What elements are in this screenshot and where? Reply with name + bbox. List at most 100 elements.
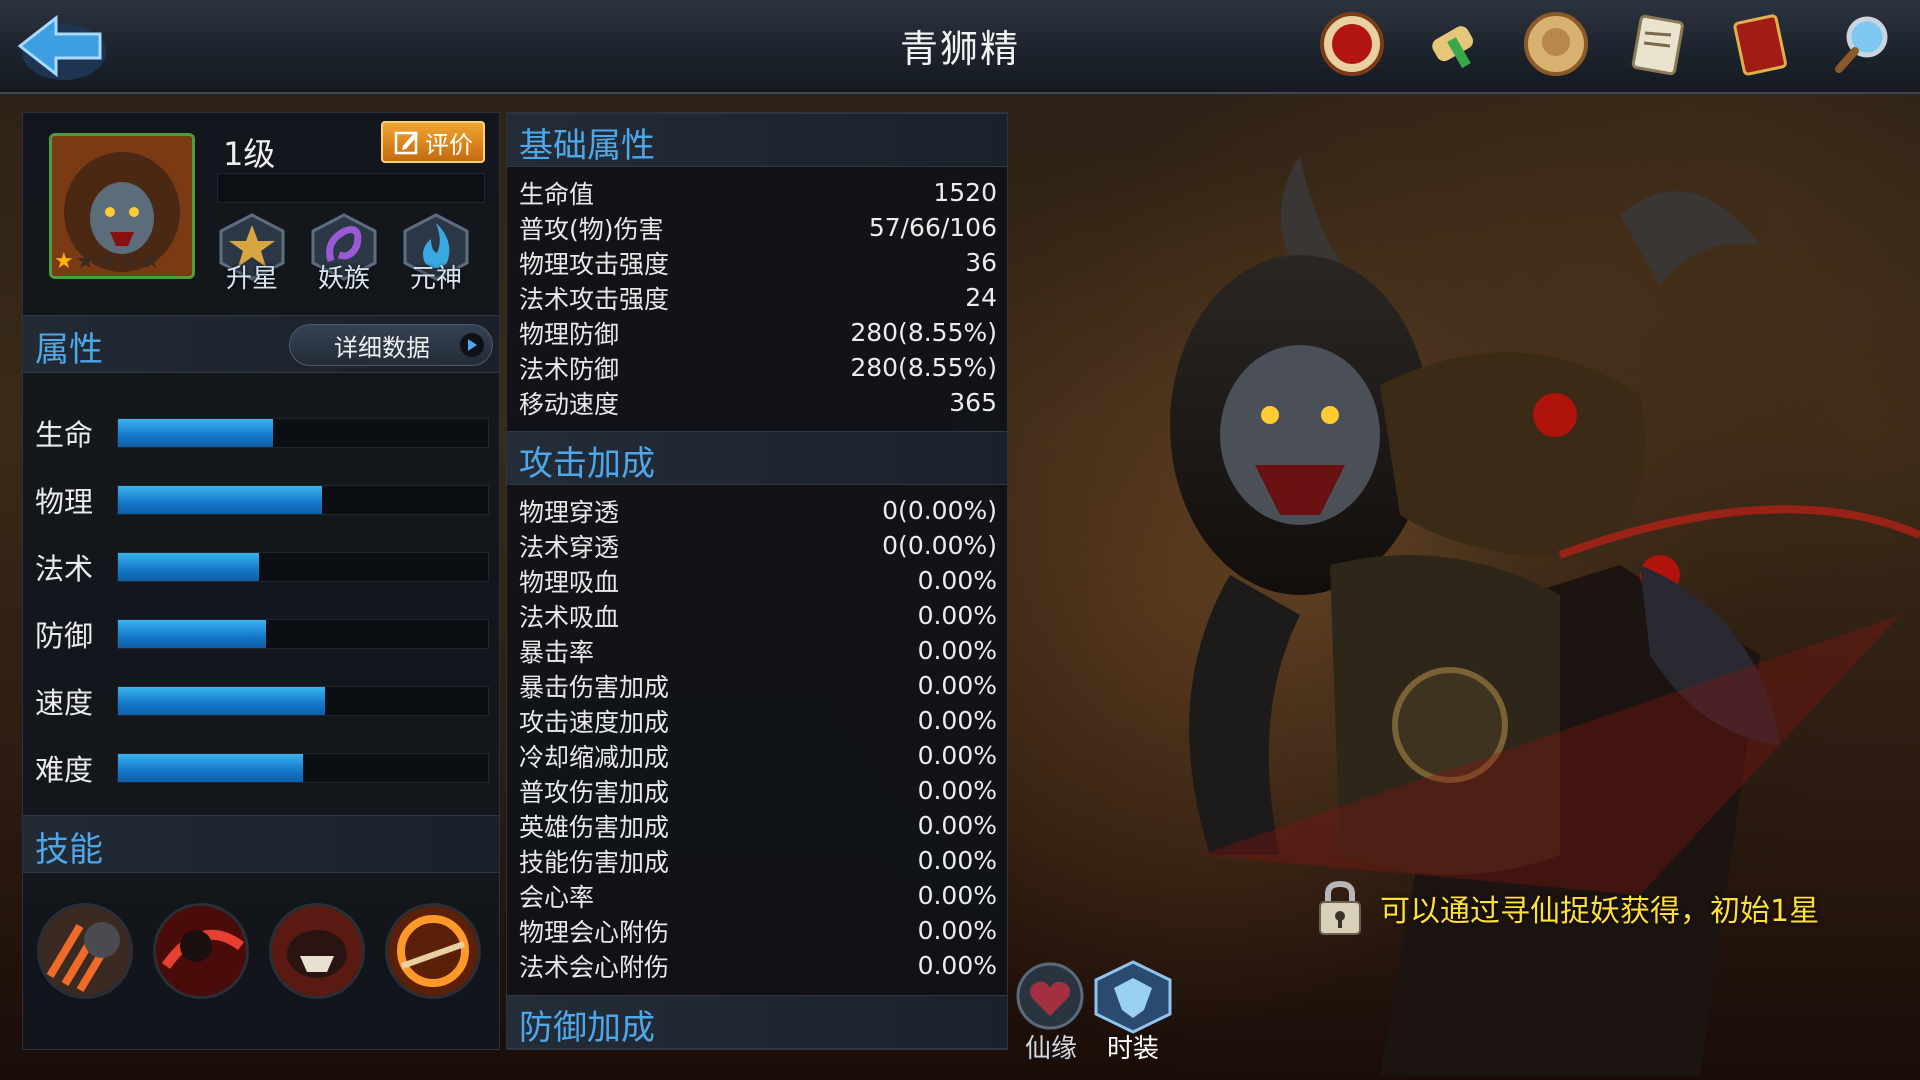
skill-slot-2[interactable]	[153, 903, 249, 999]
hero-portrait: ★ ★ ★ ★ ★	[49, 133, 195, 279]
attribute-bar-track	[117, 552, 489, 582]
stat-label: 物理攻击强度	[519, 249, 670, 279]
stat-value: 24	[965, 283, 997, 312]
stat-row: 物理会心附伤 0.00%	[519, 913, 997, 948]
stats-panel[interactable]: 基础属性 生命值 1520 普攻(物)伤害 57/66/106 物理攻击强度 36 法术攻击…	[506, 112, 1008, 1050]
lock-icon	[1319, 880, 1361, 935]
stat-row: 普攻伤害加成 0.00%	[519, 773, 997, 808]
stat-value: 0.00%	[917, 846, 997, 875]
stat-label: 法术穿透	[519, 532, 620, 562]
edit-icon	[394, 131, 418, 155]
attribute-bar-track	[117, 619, 489, 649]
hero-level: 1级	[223, 135, 276, 173]
scroll-icon[interactable]	[1416, 6, 1492, 82]
costume-icon	[1094, 960, 1172, 1034]
defense-bonus-title: 防御加成	[519, 1008, 655, 1048]
stat-label: 暴击伤害加成	[519, 672, 670, 702]
tab-costume[interactable]: 时装	[1088, 960, 1178, 1070]
back-arrow-icon	[17, 14, 106, 80]
attribute-bar-fill	[118, 486, 322, 514]
rate-button[interactable]: 评价	[381, 121, 485, 163]
stat-value: 0(0.00%)	[882, 531, 997, 560]
roar-skill-icon	[272, 906, 362, 996]
stat-row: 攻击速度加成 0.00%	[519, 703, 997, 738]
stat-label: 英雄伤害加成	[519, 812, 670, 842]
star-empty-icon: ★	[75, 249, 96, 274]
badge-label: 升星	[225, 264, 278, 294]
soul-badge[interactable]: 元神	[397, 211, 475, 294]
stat-value: 280(8.55%)	[850, 353, 997, 382]
defense-bonus-header: 防御加成	[507, 995, 1007, 1049]
attribute-label: 法术	[35, 552, 94, 586]
attribute-row: 速度	[35, 681, 495, 721]
back-button[interactable]	[10, 6, 110, 86]
demon-clan-badge[interactable]: 妖族	[305, 211, 383, 294]
stat-row: 法术吸血 0.00%	[519, 598, 997, 633]
stat-value: 0.00%	[917, 951, 997, 980]
token-coin-icon[interactable]	[1518, 6, 1594, 82]
top-icon-bar	[1314, 6, 1900, 82]
unlock-tip: 可以通过寻仙捉妖获得，初始1星	[1316, 880, 1819, 936]
tab-costume-label: 时装	[1106, 1034, 1159, 1064]
attribute-bar-fill	[118, 419, 274, 447]
attribute-row: 生命	[35, 413, 495, 453]
stat-label: 物理穿透	[519, 497, 620, 527]
magnifier-icon[interactable]	[1824, 6, 1900, 82]
stat-label: 普攻(物)伤害	[519, 214, 664, 244]
tab-bond[interactable]: 仙缘	[1006, 960, 1096, 1070]
stat-value: 0.00%	[917, 566, 997, 595]
detail-data-label: 详细数据	[334, 333, 430, 362]
document-icon[interactable]	[1620, 6, 1696, 82]
stat-row: 会心率 0.00%	[519, 878, 997, 913]
attributes-header: 属性 详细数据	[23, 315, 499, 373]
stat-value: 0.00%	[917, 706, 997, 735]
stat-value: 365	[949, 388, 997, 417]
crimson-slash-skill-icon	[156, 906, 246, 996]
experience-bar	[217, 173, 485, 203]
stat-row: 物理防御 280(8.55%)	[519, 315, 997, 350]
tab-bond-label: 仙缘	[1024, 1034, 1077, 1064]
skill-slot-3[interactable]	[269, 903, 365, 999]
star-upgrade-badge[interactable]: 升星	[213, 211, 291, 294]
attribute-label: 生命	[35, 418, 94, 452]
stat-row: 移动速度 365	[519, 385, 997, 420]
hero-info-panel: ★ ★ ★ ★ ★ 1级 评价 升星 妖族 元神 属性 详细数据 生命 物理 法…	[22, 112, 500, 1050]
stat-row: 物理攻击强度 36	[519, 245, 997, 280]
star-empty-icon: ★	[140, 249, 161, 274]
stat-label: 法术防御	[519, 354, 620, 384]
skill-slot-1[interactable]	[37, 903, 133, 999]
stat-label: 法术会心附伤	[519, 952, 670, 982]
stat-row: 冷却缩减加成 0.00%	[519, 738, 997, 773]
unlock-text: 可以通过寻仙捉妖获得，初始1星	[1380, 894, 1820, 929]
stat-row: 普攻(物)伤害 57/66/106	[519, 210, 997, 245]
attribute-label: 防御	[35, 619, 94, 653]
attribute-bar-fill	[118, 553, 259, 581]
badge-label: 妖族	[317, 264, 370, 294]
trial-seal-icon[interactable]	[1314, 6, 1390, 82]
stat-row: 英雄伤害加成 0.00%	[519, 808, 997, 843]
base-stats-header: 基础属性	[507, 113, 1007, 167]
stat-label: 法术吸血	[519, 602, 620, 632]
star-filled-icon: ★	[54, 249, 74, 274]
stat-value: 0(0.00%)	[882, 496, 997, 525]
stat-label: 生命值	[519, 179, 595, 209]
stat-value: 0.00%	[917, 776, 997, 805]
codex-book-icon[interactable]	[1722, 6, 1798, 82]
stat-value: 36	[965, 248, 997, 277]
attribute-label: 难度	[35, 753, 94, 787]
stat-label: 会心率	[519, 882, 595, 912]
attribute-bar-track	[117, 686, 489, 716]
attribute-row: 防御	[35, 614, 495, 654]
stat-label: 攻击速度加成	[519, 707, 670, 737]
chevron-right-icon	[460, 333, 484, 357]
attribute-bar-fill	[118, 687, 326, 715]
stat-row: 物理穿透 0(0.00%)	[519, 493, 997, 528]
stat-row: 法术攻击强度 24	[519, 280, 997, 315]
rate-label: 评价	[425, 130, 473, 159]
skill-slot-4[interactable]	[385, 903, 481, 999]
star-empty-icon: ★	[97, 249, 118, 274]
detail-data-button[interactable]: 详细数据	[289, 324, 493, 366]
stat-value: 0.00%	[917, 881, 997, 910]
base-stats-title: 基础属性	[519, 126, 655, 166]
stat-row: 暴击伤害加成 0.00%	[519, 668, 997, 703]
